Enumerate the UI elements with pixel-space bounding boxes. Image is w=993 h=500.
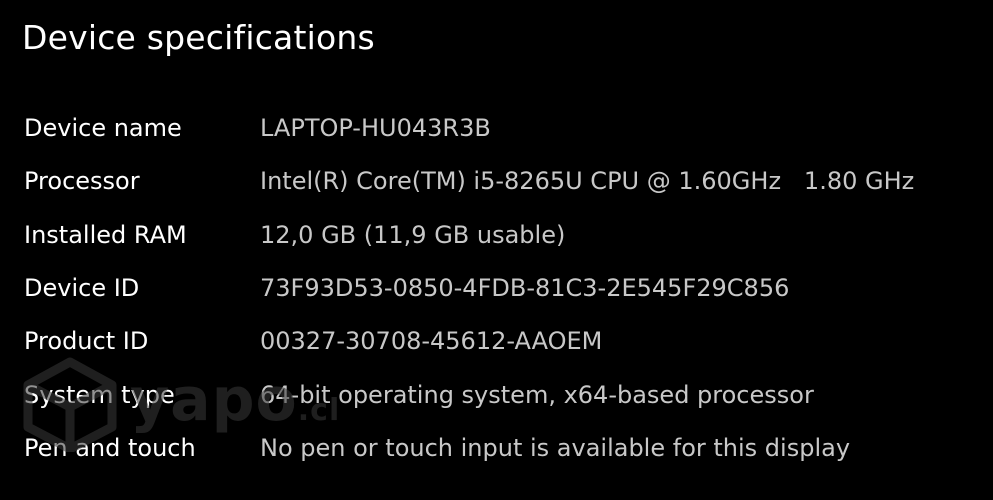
spec-label: Device name — [24, 114, 182, 142]
spec-label: Device ID — [24, 274, 140, 302]
spec-value: LAPTOP-HU043R3B — [260, 114, 491, 142]
spec-label: Processor — [24, 167, 140, 195]
spec-label: System type — [24, 381, 175, 409]
spec-value: 73F93D53-0850-4FDB-81C3-2E545F29C856 — [260, 274, 790, 302]
spec-value: 12,0 GB (11,9 GB usable) — [260, 221, 566, 249]
spec-value: 00327-30708-45612-AAOEM — [260, 327, 603, 355]
spec-label: Installed RAM — [24, 221, 187, 249]
spec-value: Intel(R) Core(TM) i5-8265U CPU @ 1.60GHz… — [260, 167, 915, 195]
spec-row-installed-ram: Installed RAM 12,0 GB (11,9 GB usable) — [0, 215, 993, 255]
spec-row-device-name: Device name LAPTOP-HU043R3B — [0, 108, 993, 148]
spec-row-pen-and-touch: Pen and touch No pen or touch input is a… — [0, 428, 993, 468]
spec-label: Product ID — [24, 327, 149, 355]
section-title: Device specifications — [22, 18, 375, 57]
spec-row-processor: Processor Intel(R) Core(TM) i5-8265U CPU… — [0, 161, 993, 201]
spec-label: Pen and touch — [24, 434, 196, 462]
spec-row-device-id: Device ID 73F93D53-0850-4FDB-81C3-2E545F… — [0, 268, 993, 308]
spec-row-product-id: Product ID 00327-30708-45612-AAOEM — [0, 321, 993, 361]
device-specifications-panel: Device specifications Device name LAPTOP… — [0, 0, 993, 500]
spec-value: No pen or touch input is available for t… — [260, 434, 851, 462]
spec-value: 64-bit operating system, x64-based proce… — [260, 381, 814, 409]
spec-row-system-type: System type 64-bit operating system, x64… — [0, 375, 993, 415]
